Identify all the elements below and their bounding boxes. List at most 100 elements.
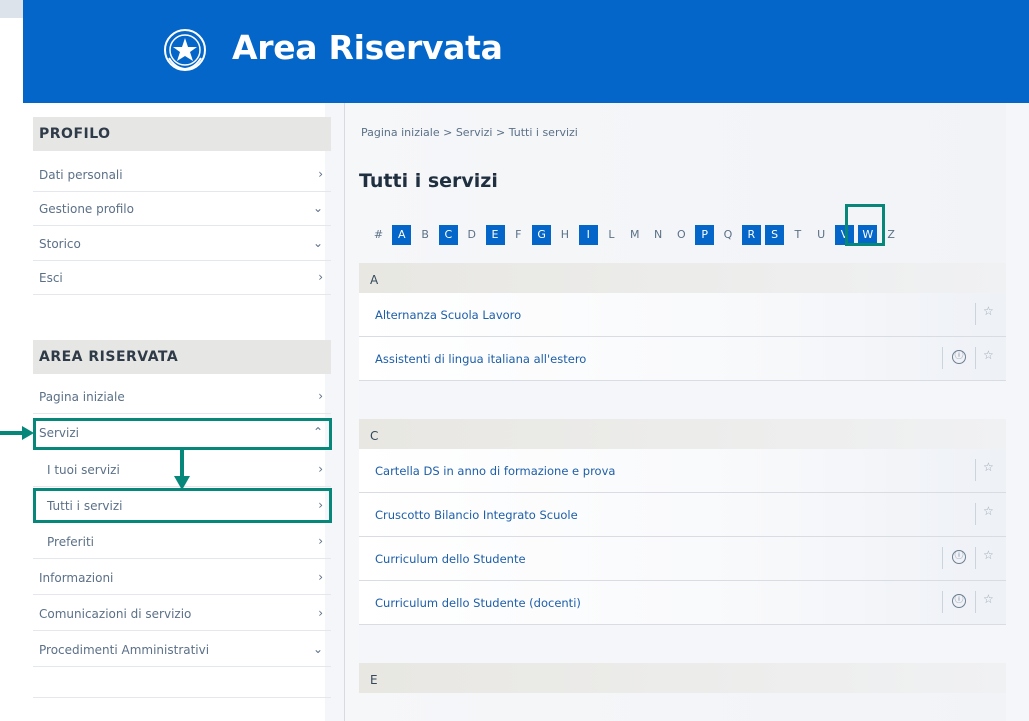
- letter-filter-m: M: [630, 228, 640, 241]
- letter-filter-n: N: [653, 228, 663, 241]
- sidebar-heading-profilo: PROFILO: [33, 117, 331, 151]
- group-spacer: [359, 381, 1006, 419]
- sidebar-item-tutti-i-servizi[interactable]: Tutti i servizi ›: [33, 490, 331, 523]
- row-divider: [975, 591, 976, 613]
- group-heading-c: C: [359, 419, 1006, 449]
- chevron-icon: ⌄: [312, 236, 323, 250]
- sidebar-bottom-divider: [33, 697, 331, 698]
- chevron-icon: ›: [318, 270, 323, 284]
- sidebar-item-label: Servizi: [39, 426, 80, 440]
- sidebar-item-label: Informazioni: [39, 571, 114, 585]
- sidebar-item-label: Pagina iniziale: [39, 390, 125, 404]
- star-icon[interactable]: ☆: [983, 592, 994, 606]
- group-heading-a: A: [359, 263, 1006, 293]
- chevron-icon: ›: [318, 606, 323, 620]
- sidebar-item-comunicazioni-di-servizio[interactable]: Comunicazioni di servizio ›: [33, 598, 331, 631]
- row-divider: [975, 303, 976, 325]
- star-icon[interactable]: ☆: [983, 548, 994, 562]
- service-link[interactable]: Cruscotto Bilancio Integrato Scuole: [375, 508, 578, 522]
- row-divider: [942, 547, 943, 569]
- sidebar-item-label: Tutti i servizi: [47, 499, 123, 513]
- service-row: Alternanza Scuola Lavoro ☆: [359, 293, 1006, 337]
- letter-filter-q: Q: [723, 228, 733, 241]
- page-title: Tutti i servizi: [359, 170, 498, 192]
- group-heading-e: E: [359, 663, 1006, 693]
- sidebar-item-label: I tuoi servizi: [47, 463, 120, 477]
- info-icon[interactable]: ⓘ: [952, 350, 966, 364]
- sidebar-item-pagina-iniziale[interactable]: Pagina iniziale ›: [33, 381, 331, 414]
- header: Area Riservata: [23, 0, 1029, 103]
- group-spacer: [359, 625, 1006, 663]
- letter-filter-f: F: [515, 228, 522, 241]
- annotation-arrow-right: [0, 426, 34, 440]
- info-icon[interactable]: ⓘ: [952, 550, 966, 564]
- letter-filter-b: B: [421, 228, 429, 241]
- chevron-icon: ⌄: [312, 642, 323, 656]
- chevron-icon: ›: [318, 534, 323, 548]
- sidebar-item-label: Storico: [39, 237, 81, 251]
- chevron-icon: ›: [318, 498, 323, 512]
- letter-filter-r[interactable]: R: [741, 225, 761, 245]
- letter-filter-z: Z: [887, 228, 895, 241]
- letter-filter-a[interactable]: A: [392, 225, 412, 245]
- letter-filter-s[interactable]: S: [765, 225, 785, 245]
- sidebar-item-procedimenti-amministrativi[interactable]: Procedimenti Amministrativi ⌄: [33, 634, 331, 667]
- letter-filter-d: D: [467, 228, 476, 241]
- service-row: Cruscotto Bilancio Integrato Scuole ☆: [359, 493, 1006, 537]
- sidebar-item-storico[interactable]: Storico ⌄: [33, 228, 331, 261]
- sidebar-item-informazioni[interactable]: Informazioni ›: [33, 562, 331, 595]
- chevron-icon: ⌄: [312, 201, 323, 215]
- row-divider: [942, 347, 943, 369]
- letter-filter-h: H: [560, 228, 570, 241]
- letter-filter-u: U: [817, 228, 826, 241]
- annotation-arrow-down: [174, 448, 190, 490]
- sidebar-item-label: Procedimenti Amministrativi: [39, 643, 210, 657]
- service-link[interactable]: Curriculum dello Studente (docenti): [375, 596, 581, 610]
- sidebar-item-dati-personali[interactable]: Dati personali ›: [33, 159, 331, 192]
- sidebar-item-label: Gestione profilo: [39, 202, 134, 216]
- letter-filter-l: L: [608, 228, 615, 241]
- chevron-icon: ›: [318, 570, 323, 584]
- letter-filter-t: T: [794, 228, 802, 241]
- service-row: Curriculum dello Studente ⓘ ☆: [359, 537, 1006, 581]
- letter-filter-c[interactable]: C: [438, 225, 458, 245]
- letter-filter-w[interactable]: W: [858, 225, 878, 245]
- chevron-icon: ›: [318, 462, 323, 476]
- row-divider: [975, 459, 976, 481]
- sidebar-item-label: Dati personali: [39, 168, 123, 182]
- sidebar-item-label: Esci: [39, 271, 63, 285]
- chevron-icon: ›: [318, 389, 323, 403]
- sidebar-item-esci[interactable]: Esci ›: [33, 262, 331, 295]
- star-icon[interactable]: ☆: [983, 348, 994, 362]
- star-icon[interactable]: ☆: [983, 304, 994, 318]
- letter-filter-g[interactable]: G: [532, 225, 552, 245]
- service-row: Cartella DS in anno di formazione e prov…: [359, 449, 1006, 493]
- star-icon[interactable]: ☆: [983, 460, 994, 474]
- info-icon[interactable]: ⓘ: [952, 594, 966, 608]
- star-icon[interactable]: ☆: [983, 504, 994, 518]
- chevron-icon: ›: [318, 167, 323, 181]
- letter-filter-e[interactable]: E: [485, 225, 505, 245]
- letter-filter-p[interactable]: P: [695, 225, 715, 245]
- row-divider: [942, 591, 943, 613]
- breadcrumb[interactable]: Pagina iniziale > Servizi > Tutti i serv…: [361, 126, 578, 139]
- service-link[interactable]: Assistenti di lingua italiana all'estero: [375, 352, 586, 366]
- sidebar-item-servizi[interactable]: Servizi ⌃: [33, 417, 331, 450]
- chevron-icon: ⌃: [312, 425, 323, 439]
- letter-filter-v[interactable]: V: [835, 225, 854, 245]
- row-divider: [975, 503, 976, 525]
- sidebar-item-label: Preferiti: [47, 535, 94, 549]
- sidebar-item-preferiti[interactable]: Preferiti ›: [33, 526, 331, 559]
- letter-filter-o: O: [677, 228, 686, 241]
- service-link[interactable]: Cartella DS in anno di formazione e prov…: [375, 464, 615, 478]
- service-row: Curriculum dello Studente (docenti) ⓘ ☆: [359, 581, 1006, 625]
- letter-filter-i[interactable]: I: [578, 225, 598, 245]
- sidebar-item-gestione-profilo[interactable]: Gestione profilo ⌄: [33, 193, 331, 226]
- header-title: Area Riservata: [232, 28, 503, 67]
- republic-emblem-icon: [164, 29, 206, 71]
- service-row: Assistenti di lingua italiana all'estero…: [359, 337, 1006, 381]
- letter-filter-hash: #: [373, 228, 384, 241]
- service-link[interactable]: Alternanza Scuola Lavoro: [375, 308, 521, 322]
- service-link[interactable]: Curriculum dello Studente: [375, 552, 526, 566]
- row-divider: [975, 547, 976, 569]
